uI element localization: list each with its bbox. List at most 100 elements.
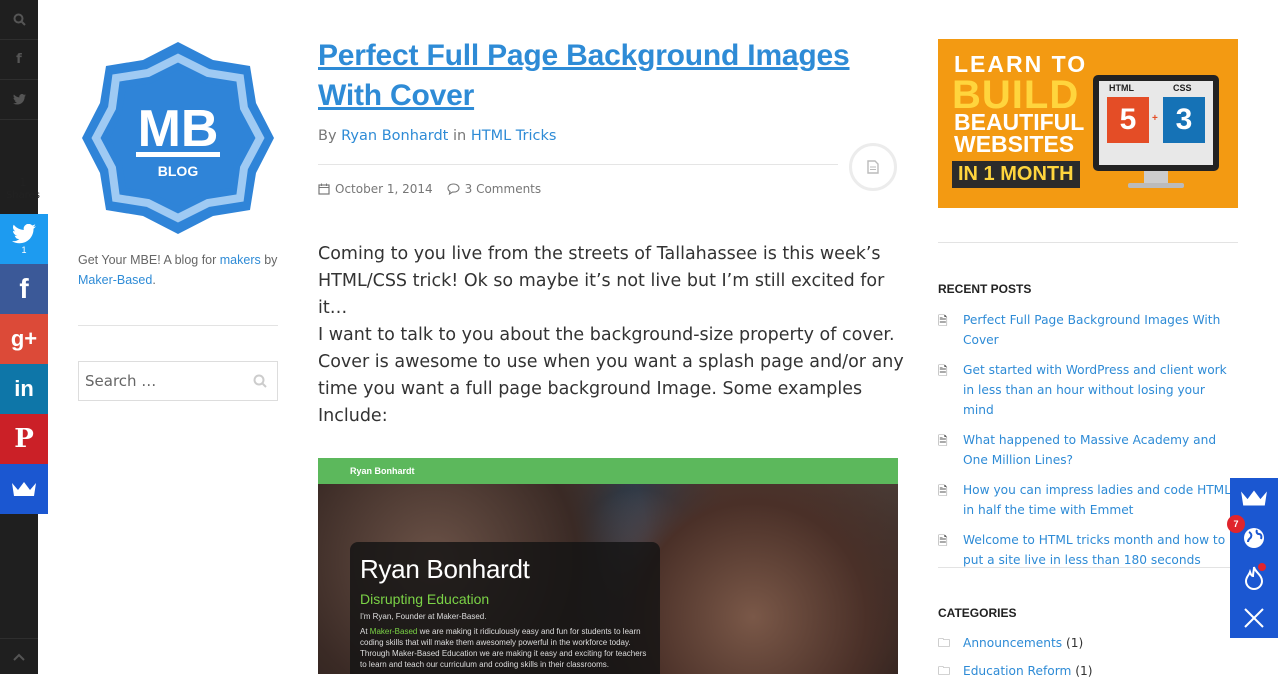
makers-link[interactable]: makers bbox=[220, 253, 261, 267]
ad-line-b: WEBSITES bbox=[954, 131, 1075, 157]
googleplus-icon: g+ bbox=[10, 326, 38, 351]
folder-icon: 🗀 bbox=[938, 636, 951, 650]
blog-logo[interactable]: MB BLOG bbox=[78, 38, 278, 238]
article-byline: By Ryan Bonhardt in HTML Tricks bbox=[318, 128, 556, 144]
crown-icon bbox=[1241, 490, 1267, 506]
recent-posts-title: RECENT POSTS bbox=[938, 282, 1032, 296]
divider bbox=[78, 325, 278, 326]
monitor-icon: HTML CSS 5 + 3 bbox=[1093, 75, 1219, 171]
divider bbox=[318, 164, 838, 165]
logo-subtext: BLOG bbox=[158, 163, 199, 179]
article-title[interactable]: Perfect Full Page Background Images With… bbox=[318, 36, 908, 116]
logo-text: MB bbox=[138, 100, 219, 158]
post-format-icon bbox=[849, 143, 897, 191]
facebook-icon: f bbox=[19, 273, 29, 304]
list-item: 🗎 Welcome to HTML tricks month and how to… bbox=[938, 530, 1238, 570]
share-twitter-button[interactable]: 1 bbox=[0, 214, 48, 264]
crown-icon bbox=[12, 482, 36, 496]
ad-line: BEAUTIFUL WEBSITES bbox=[954, 111, 1084, 157]
twitter-icon bbox=[12, 223, 36, 243]
facebook-icon[interactable]: f bbox=[0, 40, 38, 80]
html-label: HTML bbox=[1109, 83, 1134, 93]
tagline-end: . bbox=[152, 273, 156, 287]
search-input[interactable] bbox=[85, 372, 253, 390]
recent-post-link[interactable]: Welcome to HTML tricks month and how to … bbox=[963, 530, 1238, 570]
close-icon bbox=[1244, 608, 1264, 628]
categories-title: CATEGORIES bbox=[938, 606, 1017, 620]
image-link-text: Maker-Based bbox=[369, 627, 418, 636]
comment-icon bbox=[447, 183, 460, 195]
recent-post-link[interactable]: How you can impress ladies and code HTML… bbox=[963, 480, 1238, 520]
search-icon[interactable] bbox=[253, 374, 267, 388]
globe-icon bbox=[1244, 528, 1264, 548]
article-paragraph: Coming to you live from the streets of T… bbox=[318, 244, 885, 318]
calendar-icon bbox=[318, 183, 330, 195]
blog-tagline: Get Your MBE! A blog for makers by Maker… bbox=[78, 250, 283, 290]
image-paragraph: At Maker-Based we are making it ridiculo… bbox=[360, 626, 650, 670]
category-link[interactable]: Education Reform bbox=[963, 664, 1071, 678]
list-item: 🗀 Announcements (1) bbox=[938, 633, 1238, 653]
sumo-crown-button[interactable] bbox=[1230, 478, 1278, 518]
plus-sign: + bbox=[1152, 113, 1158, 124]
share-googleplus-button[interactable]: g+ bbox=[0, 314, 48, 364]
floating-tools-panel: 7 bbox=[1227, 478, 1278, 638]
divider bbox=[938, 567, 1238, 568]
folder-icon: 🗀 bbox=[938, 664, 951, 678]
post-date: October 1, 2014 bbox=[335, 182, 433, 196]
share-more-button[interactable] bbox=[0, 464, 48, 514]
monitor-base bbox=[1128, 183, 1184, 188]
html5-icon: 5 bbox=[1107, 97, 1149, 143]
close-button[interactable] bbox=[1230, 598, 1278, 638]
share-total-label: Shares bbox=[5, 190, 41, 201]
comments-link[interactable]: 3 Comments bbox=[465, 182, 542, 196]
share-facebook-button[interactable]: f bbox=[0, 264, 48, 314]
article-meta: October 1, 2014 3 Comments bbox=[318, 182, 541, 196]
image-site-header: Ryan Bonhardt bbox=[318, 458, 898, 484]
globe-button[interactable]: 7 bbox=[1227, 515, 1278, 558]
in-label: in bbox=[452, 128, 467, 144]
recent-posts-list: 🗎 Perfect Full Page Background Images Wit… bbox=[938, 310, 1238, 580]
image-subheading: Disrupting Education bbox=[360, 591, 490, 607]
recent-post-link[interactable]: Perfect Full Page Background Images With… bbox=[963, 310, 1238, 350]
list-item: 🗎 Get started with WordPress and client w… bbox=[938, 360, 1238, 420]
document-icon: 🗎 bbox=[938, 434, 948, 448]
category-link[interactable]: HTML Tricks bbox=[471, 128, 557, 144]
list-item: 🗎 What happened to Massive Academy and On… bbox=[938, 430, 1238, 470]
category-count: (1) bbox=[1075, 664, 1093, 678]
divider bbox=[938, 242, 1238, 243]
trending-button[interactable] bbox=[1230, 558, 1278, 598]
image-line: I'm Ryan, Founder at Maker-Based. bbox=[360, 612, 487, 621]
css3-icon: 3 bbox=[1163, 97, 1205, 143]
tagline-text: Get Your MBE! A blog for bbox=[78, 253, 220, 267]
share-pinterest-button[interactable]: P bbox=[0, 414, 48, 464]
by-label: By bbox=[318, 128, 337, 144]
search-box bbox=[78, 361, 278, 401]
category-count: (1) bbox=[1066, 636, 1084, 650]
document-icon: 🗎 bbox=[938, 534, 948, 548]
document-icon: 🗎 bbox=[938, 364, 948, 378]
image-text: At bbox=[360, 627, 370, 636]
category-link[interactable]: Announcements bbox=[963, 636, 1062, 650]
ad-banner[interactable]: LEARN TO BUILD BEAUTIFUL WEBSITES IN 1 MO… bbox=[938, 39, 1238, 208]
scroll-up-icon[interactable] bbox=[0, 638, 38, 674]
maker-based-link[interactable]: Maker-Based bbox=[78, 273, 152, 287]
pinterest-icon: P bbox=[14, 424, 34, 454]
recent-post-link[interactable]: What happened to Massive Academy and One… bbox=[963, 430, 1238, 470]
search-icon[interactable] bbox=[0, 0, 38, 40]
document-icon: 🗎 bbox=[938, 314, 948, 328]
list-item: 🗎 How you can impress ladies and code HTM… bbox=[938, 480, 1238, 520]
list-item: 🗎 Perfect Full Page Background Images Wit… bbox=[938, 310, 1238, 350]
article-image: Ryan Bonhardt Ryan Bonhardt Disrupting E… bbox=[318, 458, 898, 674]
twitter-icon[interactable] bbox=[0, 80, 38, 120]
notification-badge: 7 bbox=[1227, 515, 1245, 533]
image-heading: Ryan Bonhardt bbox=[360, 554, 530, 584]
share-linkedin-button[interactable]: in bbox=[0, 364, 48, 414]
categories-list: 🗀 Announcements (1) 🗀 Education Reform (1) bbox=[938, 633, 1238, 689]
author-link[interactable]: Ryan Bonhardt bbox=[341, 128, 448, 144]
recent-post-link[interactable]: Get started with WordPress and client wo… bbox=[963, 360, 1238, 420]
ad-line: IN 1 MONTH bbox=[952, 161, 1080, 188]
share-bar: 1 f g+ in P bbox=[0, 214, 48, 514]
image-intro-card: Ryan Bonhardt Disrupting Education I'm R… bbox=[350, 542, 660, 674]
linkedin-icon: in bbox=[14, 376, 34, 401]
css-label: CSS bbox=[1173, 83, 1192, 93]
